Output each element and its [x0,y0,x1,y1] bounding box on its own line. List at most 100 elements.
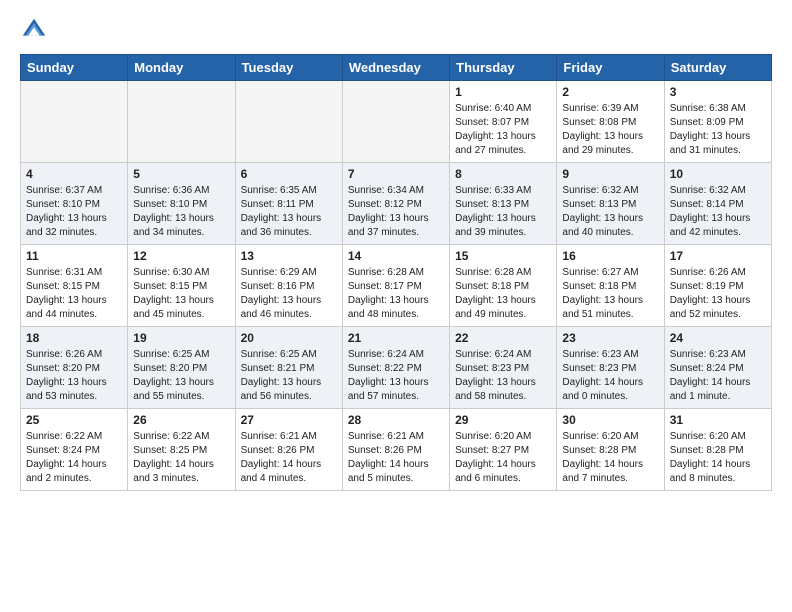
day-info: Sunrise: 6:25 AM Sunset: 8:20 PM Dayligh… [133,348,229,404]
calendar-day-cell [235,81,342,163]
day-info: Sunrise: 6:26 AM Sunset: 8:20 PM Dayligh… [26,348,122,404]
day-number: 5 [133,167,229,181]
day-number: 10 [670,167,766,181]
calendar-day-cell: 2 Sunrise: 6:39 AM Sunset: 8:08 PM Daylig… [557,81,664,163]
day-info: Sunrise: 6:23 AM Sunset: 8:24 PM Dayligh… [670,348,766,404]
day-number: 14 [348,249,444,263]
calendar-day-cell: 18 Sunrise: 6:26 AM Sunset: 8:20 PM Dayli… [21,327,128,409]
day-number: 21 [348,331,444,345]
day-number: 22 [455,331,551,345]
day-number: 6 [241,167,337,181]
calendar-day-cell: 21 Sunrise: 6:24 AM Sunset: 8:22 PM Dayli… [342,327,449,409]
day-info: Sunrise: 6:28 AM Sunset: 8:18 PM Dayligh… [455,266,551,322]
day-number: 27 [241,413,337,427]
calendar-day-cell: 9 Sunrise: 6:32 AM Sunset: 8:13 PM Daylig… [557,163,664,245]
calendar-col-header: Sunday [21,55,128,81]
day-number: 18 [26,331,122,345]
day-info: Sunrise: 6:39 AM Sunset: 8:08 PM Dayligh… [562,102,658,158]
day-info: Sunrise: 6:28 AM Sunset: 8:17 PM Dayligh… [348,266,444,322]
logo-icon [20,16,48,44]
calendar-day-cell: 20 Sunrise: 6:25 AM Sunset: 8:21 PM Dayli… [235,327,342,409]
day-number: 20 [241,331,337,345]
calendar-col-header: Thursday [450,55,557,81]
calendar-week-row: 18 Sunrise: 6:26 AM Sunset: 8:20 PM Dayli… [21,327,772,409]
day-info: Sunrise: 6:24 AM Sunset: 8:22 PM Dayligh… [348,348,444,404]
day-info: Sunrise: 6:25 AM Sunset: 8:21 PM Dayligh… [241,348,337,404]
day-info: Sunrise: 6:35 AM Sunset: 8:11 PM Dayligh… [241,184,337,240]
calendar-day-cell: 22 Sunrise: 6:24 AM Sunset: 8:23 PM Dayli… [450,327,557,409]
day-number: 9 [562,167,658,181]
day-number: 15 [455,249,551,263]
day-info: Sunrise: 6:23 AM Sunset: 8:23 PM Dayligh… [562,348,658,404]
calendar-day-cell: 26Sunrise: 6:22 AM Sunset: 8:25 PM Dayli… [128,409,235,491]
calendar-day-cell: 6 Sunrise: 6:35 AM Sunset: 8:11 PM Daylig… [235,163,342,245]
calendar-day-cell: 4 Sunrise: 6:37 AM Sunset: 8:10 PM Daylig… [21,163,128,245]
page-header [20,16,772,44]
calendar-day-cell: 24 Sunrise: 6:23 AM Sunset: 8:24 PM Dayli… [664,327,771,409]
calendar-day-cell: 12Sunrise: 6:30 AM Sunset: 8:15 PM Dayli… [128,245,235,327]
calendar-day-cell [128,81,235,163]
calendar-day-cell: 31Sunrise: 6:20 AM Sunset: 8:28 PM Dayli… [664,409,771,491]
calendar-header-row: SundayMondayTuesdayWednesdayThursdayFrid… [21,55,772,81]
day-number: 8 [455,167,551,181]
day-info: Sunrise: 6:24 AM Sunset: 8:23 PM Dayligh… [455,348,551,404]
day-info: Sunrise: 6:40 AM Sunset: 8:07 PM Dayligh… [455,102,551,158]
calendar-day-cell: 25Sunrise: 6:22 AM Sunset: 8:24 PM Dayli… [21,409,128,491]
calendar-day-cell: 7 Sunrise: 6:34 AM Sunset: 8:12 PM Daylig… [342,163,449,245]
calendar-col-header: Friday [557,55,664,81]
calendar-week-row: 1 Sunrise: 6:40 AM Sunset: 8:07 PM Daylig… [21,81,772,163]
day-info: Sunrise: 6:31 AM Sunset: 8:15 PM Dayligh… [26,266,122,322]
day-info: Sunrise: 6:34 AM Sunset: 8:12 PM Dayligh… [348,184,444,240]
calendar-col-header: Saturday [664,55,771,81]
calendar-day-cell: 15 Sunrise: 6:28 AM Sunset: 8:18 PM Dayli… [450,245,557,327]
day-info: Sunrise: 6:20 AM Sunset: 8:28 PM Dayligh… [562,430,658,486]
calendar-col-header: Wednesday [342,55,449,81]
calendar-day-cell: 8Sunrise: 6:33 AM Sunset: 8:13 PM Daylig… [450,163,557,245]
day-info: Sunrise: 6:37 AM Sunset: 8:10 PM Dayligh… [26,184,122,240]
day-number: 29 [455,413,551,427]
calendar-day-cell: 23 Sunrise: 6:23 AM Sunset: 8:23 PM Dayli… [557,327,664,409]
day-info: Sunrise: 6:36 AM Sunset: 8:10 PM Dayligh… [133,184,229,240]
calendar-week-row: 25Sunrise: 6:22 AM Sunset: 8:24 PM Dayli… [21,409,772,491]
day-number: 19 [133,331,229,345]
day-number: 28 [348,413,444,427]
day-number: 1 [455,85,551,99]
day-info: Sunrise: 6:26 AM Sunset: 8:19 PM Dayligh… [670,266,766,322]
day-number: 12 [133,249,229,263]
day-info: Sunrise: 6:29 AM Sunset: 8:16 PM Dayligh… [241,266,337,322]
calendar-col-header: Monday [128,55,235,81]
day-number: 25 [26,413,122,427]
calendar-day-cell: 11 Sunrise: 6:31 AM Sunset: 8:15 PM Dayli… [21,245,128,327]
day-info: Sunrise: 6:21 AM Sunset: 8:26 PM Dayligh… [241,430,337,486]
day-number: 3 [670,85,766,99]
calendar-day-cell: 1 Sunrise: 6:40 AM Sunset: 8:07 PM Daylig… [450,81,557,163]
day-info: Sunrise: 6:32 AM Sunset: 8:13 PM Dayligh… [562,184,658,240]
day-number: 4 [26,167,122,181]
calendar-col-header: Tuesday [235,55,342,81]
calendar-day-cell: 28 Sunrise: 6:21 AM Sunset: 8:26 PM Dayli… [342,409,449,491]
day-info: Sunrise: 6:27 AM Sunset: 8:18 PM Dayligh… [562,266,658,322]
day-info: Sunrise: 6:20 AM Sunset: 8:27 PM Dayligh… [455,430,551,486]
calendar-table: SundayMondayTuesdayWednesdayThursdayFrid… [20,54,772,491]
calendar-day-cell: 27 Sunrise: 6:21 AM Sunset: 8:26 PM Dayli… [235,409,342,491]
calendar-day-cell: 10 Sunrise: 6:32 AM Sunset: 8:14 PM Dayli… [664,163,771,245]
calendar-day-cell: 29 Sunrise: 6:20 AM Sunset: 8:27 PM Dayli… [450,409,557,491]
calendar-week-row: 11 Sunrise: 6:31 AM Sunset: 8:15 PM Dayli… [21,245,772,327]
day-info: Sunrise: 6:32 AM Sunset: 8:14 PM Dayligh… [670,184,766,240]
calendar-day-cell [21,81,128,163]
day-number: 26 [133,413,229,427]
calendar-day-cell: 16Sunrise: 6:27 AM Sunset: 8:18 PM Dayli… [557,245,664,327]
calendar-day-cell: 5 Sunrise: 6:36 AM Sunset: 8:10 PM Daylig… [128,163,235,245]
day-number: 2 [562,85,658,99]
day-number: 7 [348,167,444,181]
day-number: 23 [562,331,658,345]
day-number: 30 [562,413,658,427]
day-info: Sunrise: 6:38 AM Sunset: 8:09 PM Dayligh… [670,102,766,158]
day-number: 31 [670,413,766,427]
day-number: 11 [26,249,122,263]
day-number: 24 [670,331,766,345]
calendar-day-cell: 19 Sunrise: 6:25 AM Sunset: 8:20 PM Dayli… [128,327,235,409]
day-info: Sunrise: 6:21 AM Sunset: 8:26 PM Dayligh… [348,430,444,486]
calendar-day-cell: 13Sunrise: 6:29 AM Sunset: 8:16 PM Dayli… [235,245,342,327]
day-number: 17 [670,249,766,263]
